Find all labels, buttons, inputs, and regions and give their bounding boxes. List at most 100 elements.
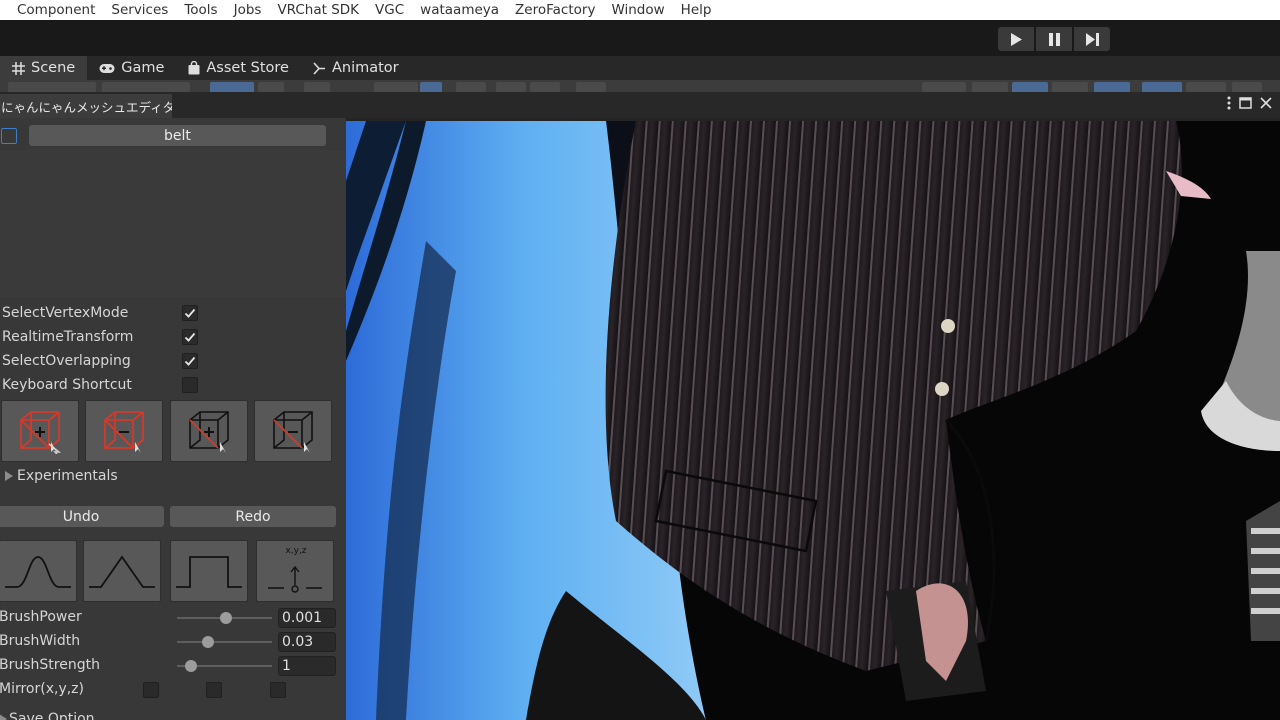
smooth-curve-icon	[5, 556, 71, 588]
scene-tool-camera[interactable]	[1186, 82, 1226, 92]
brush-curve-linear-button[interactable]	[83, 540, 161, 602]
scene-tool-custom[interactable]	[576, 82, 606, 92]
scene-tool-increment[interactable]	[304, 82, 330, 92]
foldout-arrow-icon[interactable]	[0, 714, 7, 720]
cube-remove-through-icon	[273, 411, 313, 453]
step-icon	[1085, 32, 1099, 46]
realtime-transform-checkbox[interactable]	[182, 329, 198, 345]
scene-viewport[interactable]	[346, 121, 1280, 720]
scene-tool-transform[interactable]	[530, 82, 560, 92]
redo-button[interactable]: Redo	[170, 506, 336, 527]
tab-asset-store-label: Asset Store	[206, 60, 289, 76]
tab-scene[interactable]: Scene	[0, 56, 88, 80]
maximize-icon[interactable]	[1239, 97, 1252, 109]
tab-animator[interactable]: Animator	[301, 56, 411, 80]
unity-editor-window: Component Services Tools Jobs VRChat SDK…	[0, 0, 1280, 720]
brush-width-field[interactable]: 0.03	[278, 632, 336, 652]
brush-curve-smooth-button[interactable]	[0, 540, 77, 602]
select-add-through-button[interactable]	[170, 400, 248, 462]
menu-jobs[interactable]: Jobs	[234, 2, 262, 18]
menu-tools[interactable]: Tools	[184, 2, 217, 18]
cube-add-through-icon	[189, 411, 229, 453]
brush-axis-label: x,y,z	[285, 546, 307, 556]
scene-tool-global[interactable]	[102, 82, 190, 92]
scene-toolbar	[0, 80, 1280, 92]
select-remove-through-button[interactable]	[254, 400, 332, 462]
scene-tool-grid[interactable]	[258, 82, 284, 92]
tab-scene-label: Scene	[31, 60, 76, 76]
mesh-select-checkbox[interactable]	[1, 128, 17, 144]
brush-width-label: BrushWidth	[0, 633, 81, 649]
scene-tool-gizmos[interactable]	[1232, 82, 1262, 92]
brush-strength-field[interactable]: 1	[278, 656, 336, 676]
brush-width-slider[interactable]	[177, 641, 272, 643]
mirror-y-checkbox[interactable]	[206, 682, 222, 698]
menu-window[interactable]: Window	[611, 2, 664, 18]
select-vertex-mode-checkbox[interactable]	[182, 305, 198, 321]
close-icon[interactable]	[1260, 97, 1272, 109]
scene-tool-render[interactable]	[922, 82, 966, 92]
mesh-editor-panel: belt SelectVertexMode RealtimeTransform …	[0, 118, 346, 720]
menu-services[interactable]: Services	[111, 2, 168, 18]
pause-button[interactable]	[1036, 27, 1072, 51]
menu-vrchat-sdk[interactable]: VRChat SDK	[277, 2, 359, 18]
play-button[interactable]	[998, 27, 1034, 51]
scene-tool-rotate[interactable]	[456, 82, 486, 92]
menu-wataameya[interactable]: wataameya	[420, 2, 499, 18]
brush-width-slider-knob[interactable]	[202, 636, 214, 648]
option-label: SelectOverlapping	[2, 353, 131, 369]
scene-tool-move[interactable]	[420, 82, 442, 92]
step-button[interactable]	[1074, 27, 1110, 51]
select-add-button[interactable]	[1, 400, 79, 462]
menu-component[interactable]: Component	[17, 2, 95, 18]
scene-tool-draw-mode[interactable]	[8, 82, 96, 92]
linear-curve-icon	[89, 555, 155, 588]
foldout-arrow-icon[interactable]	[4, 471, 13, 481]
cube-select-add-icon	[20, 411, 62, 454]
checkmark-icon	[184, 308, 196, 318]
save-option-foldout[interactable]: Save Option	[9, 711, 95, 720]
axis-move-icon	[268, 565, 322, 593]
scene-tool-hand[interactable]	[374, 82, 418, 92]
experimentals-foldout[interactable]: Experimentals	[17, 468, 118, 484]
menu-help[interactable]: Help	[681, 2, 712, 18]
grid-icon	[12, 61, 25, 75]
mesh-name-button[interactable]: belt	[29, 125, 326, 146]
undo-button[interactable]: Undo	[0, 506, 164, 527]
checkmark-icon	[184, 332, 196, 342]
menu-bar: Component Services Tools Jobs VRChat SDK…	[0, 0, 1280, 20]
tab-mesh-editor[interactable]: にゃんにゃんメッシュエディター	[0, 94, 172, 118]
scene-tool-2d[interactable]	[972, 82, 1008, 92]
tab-asset-store[interactable]: Asset Store	[176, 56, 301, 80]
option-label: RealtimeTransform	[2, 329, 134, 345]
menu-zerofactory[interactable]: ZeroFactory	[515, 2, 595, 18]
select-overlapping-checkbox[interactable]	[182, 353, 198, 369]
mirror-x-checkbox[interactable]	[143, 682, 159, 698]
brush-axis-button[interactable]: x,y,z	[256, 540, 334, 602]
scene-render	[346, 121, 1280, 720]
brush-power-field[interactable]: 0.001	[278, 608, 336, 628]
keyboard-shortcut-checkbox[interactable]	[182, 377, 198, 393]
tab-animator-label: Animator	[331, 60, 399, 76]
constant-curve-icon	[176, 556, 242, 588]
brush-power-slider-knob[interactable]	[220, 612, 232, 624]
scene-tool-lighting[interactable]	[1012, 82, 1048, 92]
scene-tool-audio[interactable]	[1052, 82, 1088, 92]
scene-tool-effects[interactable]	[1094, 82, 1130, 92]
tab-game[interactable]: Game	[87, 56, 176, 80]
more-options-icon[interactable]	[1227, 96, 1231, 110]
select-remove-button[interactable]	[85, 400, 163, 462]
brush-strength-slider-knob[interactable]	[185, 660, 197, 672]
mesh-editor-tab-bar: にゃんにゃんメッシュエディター	[0, 92, 1280, 118]
menu-vgc[interactable]: VGC	[375, 2, 404, 18]
scene-tool-visibility[interactable]	[1142, 82, 1182, 92]
scene-tool-grid-snap[interactable]	[210, 82, 254, 92]
brush-curve-constant-button[interactable]	[170, 540, 248, 602]
tab-game-label: Game	[121, 60, 165, 76]
mirror-z-checkbox[interactable]	[270, 682, 286, 698]
brush-power-label: BrushPower	[0, 609, 82, 625]
cube-select-remove-icon	[104, 411, 144, 453]
checkmark-icon	[184, 356, 196, 366]
scene-tool-rect[interactable]	[496, 82, 526, 92]
mirror-label: Mirror(x,y,z)	[0, 681, 84, 697]
